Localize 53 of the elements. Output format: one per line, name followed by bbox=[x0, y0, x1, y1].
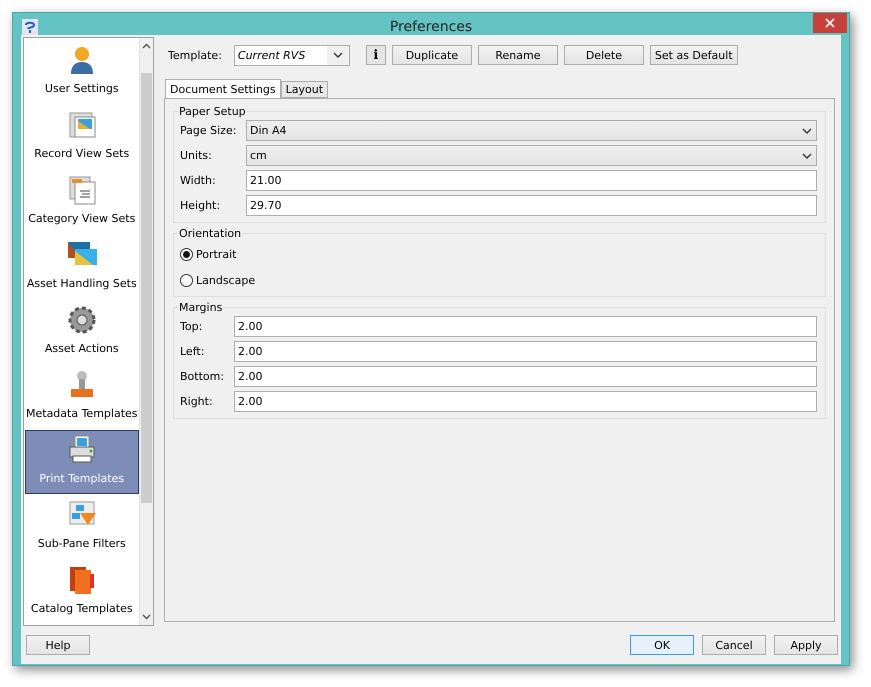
sidebar-item[interactable]: Catalog Templates bbox=[25, 560, 139, 624]
radio-label: Portrait bbox=[196, 248, 236, 260]
caret-icon bbox=[332, 52, 343, 58]
field-label: Top: bbox=[180, 320, 204, 333]
field-label: Left: bbox=[180, 345, 206, 358]
field-label: Width: bbox=[180, 174, 217, 187]
sidebar-item[interactable]: Sub-Pane Filters bbox=[25, 495, 139, 559]
input-field[interactable]: 2.00 bbox=[234, 366, 817, 387]
input-field[interactable]: 2.00 bbox=[234, 341, 817, 362]
caret-icon bbox=[802, 128, 812, 134]
sidebar-item[interactable]: Record View Sets bbox=[25, 105, 139, 169]
caret-icon bbox=[802, 152, 812, 158]
sidebar-item[interactable]: Category View Sets bbox=[25, 170, 139, 234]
info-button[interactable]: i bbox=[366, 45, 386, 65]
sidebar-item[interactable]: Metadata Templates bbox=[25, 365, 139, 429]
template-combo[interactable]: Current RVS bbox=[234, 44, 350, 66]
scrollbar[interactable] bbox=[138, 38, 153, 625]
sidebar-item[interactable]: Asset Handling Sets bbox=[25, 235, 139, 299]
close-button[interactable] bbox=[813, 13, 847, 33]
field-label: Right: bbox=[180, 395, 214, 408]
radio-button[interactable] bbox=[180, 248, 193, 260]
input-field[interactable]: 2.00 bbox=[234, 316, 817, 337]
tab[interactable]: Layout bbox=[280, 81, 328, 98]
radio-label: Landscape bbox=[196, 274, 256, 286]
sidebar-item[interactable]: User Settings bbox=[25, 40, 139, 104]
toolbar-button[interactable]: Set as Default bbox=[650, 45, 738, 65]
sidebar-item[interactable]: Asset Actions bbox=[25, 300, 139, 364]
app-icon bbox=[22, 19, 38, 35]
toolbar-button[interactable]: Delete bbox=[564, 45, 644, 65]
close-icon bbox=[825, 18, 835, 28]
toolbar-button[interactable]: Duplicate bbox=[392, 45, 472, 65]
dialog-button[interactable]: OK bbox=[630, 635, 694, 655]
field-label: Bottom: bbox=[180, 370, 226, 383]
toolbar-button[interactable]: Rename bbox=[478, 45, 558, 65]
gear-icon bbox=[66, 304, 98, 336]
input-field[interactable]: 29.70 bbox=[246, 195, 817, 216]
dropdown[interactable]: Din A4 bbox=[246, 120, 817, 141]
dropdown[interactable]: cm bbox=[246, 145, 817, 166]
help-button[interactable]: Help bbox=[26, 635, 90, 655]
radio-button[interactable] bbox=[180, 274, 193, 286]
group-title: Margins bbox=[178, 301, 224, 314]
input-field[interactable]: 2.00 bbox=[234, 391, 817, 412]
dialog-button[interactable]: Cancel bbox=[702, 635, 766, 655]
input-field[interactable]: 21.00 bbox=[246, 170, 817, 191]
tab[interactable]: Document Settings bbox=[165, 79, 281, 98]
template-label: Template: bbox=[168, 48, 222, 62]
group-title: Orientation bbox=[178, 227, 242, 240]
group-title: Paper Setup bbox=[178, 105, 247, 118]
dialog-button[interactable]: Apply bbox=[774, 635, 838, 655]
field-label: Height: bbox=[180, 199, 222, 212]
window-title: Preferences bbox=[388, 19, 474, 35]
field-label: Units: bbox=[180, 149, 213, 162]
field-label: Page Size: bbox=[180, 124, 238, 137]
